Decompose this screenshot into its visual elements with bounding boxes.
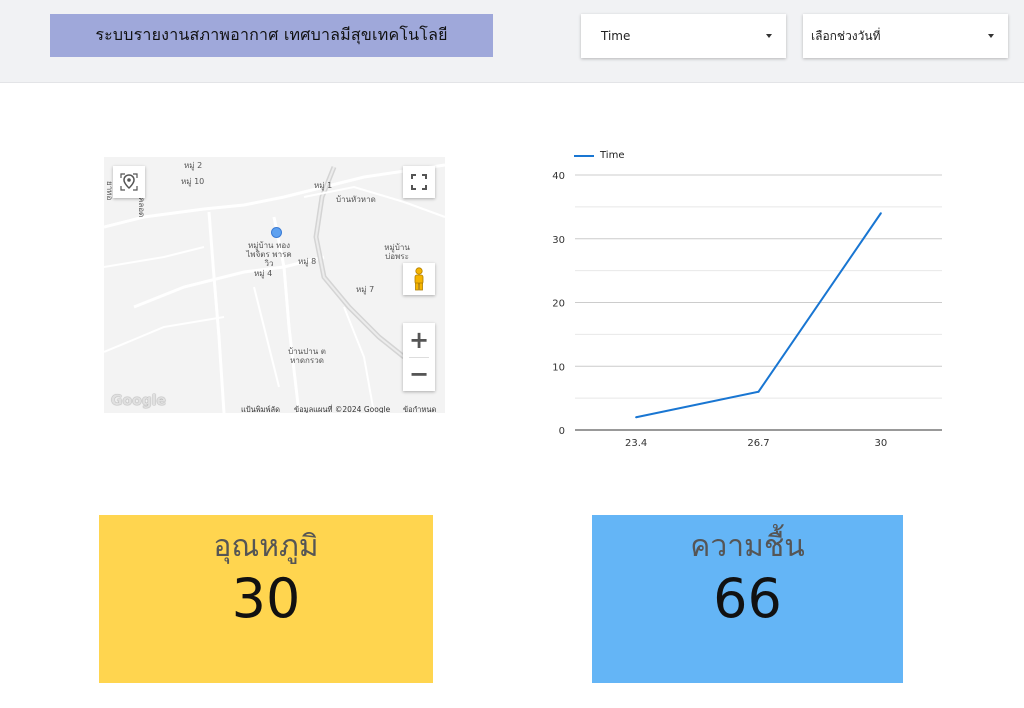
map-location-pin-icon[interactable] [113,166,145,198]
map-label: คลอด [137,197,146,218]
fullscreen-icon[interactable] [403,166,435,198]
zoom-out-button[interactable]: − [403,357,435,391]
map-label: หมู่ 7 [356,285,375,294]
x-tick-label: 30 [874,438,887,449]
y-tick-label: 40 [552,171,565,182]
temperature-card: อุณหภูมิ 30 [99,515,433,683]
chart-canvas: 0 10 20 30 40 23.4 26.7 30 [552,171,942,449]
date-range-dropdown[interactable]: เลือกช่วงวันที่ [803,14,1008,58]
map-label: หมู่บ้าน ทองไพจิตร พารควิว [246,241,292,268]
map-view[interactable]: หมู่ 2 หมู่ 10 หมู่ 1 บ้านหัวหาด หมู่บ้า… [104,157,445,413]
map-label: หมู่ 2 [184,161,203,170]
chart-legend: Time [574,150,624,161]
zoom-divider [409,357,429,358]
data-point [757,390,760,393]
map-label: หมู่ 4 [254,269,273,278]
map-data-attribution: ข้อมูลแผนที่ ©2024 Google [294,405,391,413]
y-tick-label: 10 [552,362,565,373]
x-tick-label: 26.7 [747,438,769,449]
zoom-controls: + − [403,323,435,391]
series-line [635,212,882,419]
humidity-value: 66 [713,567,782,630]
chevron-down-icon [766,34,772,38]
date-range-dropdown-value: เลือกช่วงวันที่ [811,28,881,43]
legend-swatch [574,154,594,157]
legend-label: Time [600,150,625,161]
line-chart: Time 0 10 20 30 40 23.4 26.7 30 [540,140,960,460]
map-label: หมู่บ้าน บ่อพระ [384,243,410,261]
page-title: ระบบรายงานสภาพอากาศ เทศบาลมีสุขเทคโนโลยี [50,14,493,57]
location-marker-icon[interactable] [271,227,282,238]
chevron-down-icon [988,34,994,38]
street-view-pegman-icon[interactable] [403,263,435,295]
temperature-value: 30 [231,567,301,630]
map-label: หมู่ 8 [298,257,317,266]
y-tick-label: 0 [559,426,565,437]
temperature-title: อุณหภูมิ [213,529,319,564]
keyboard-shortcuts-link[interactable]: แป้นพิมพ์ลัด [241,404,280,413]
map-label: บ้านหัวหาด [336,195,376,204]
time-dropdown[interactable]: Time [581,14,786,58]
humidity-title: ความชื้น [690,529,805,564]
google-logo: Google [111,393,167,409]
y-tick-label: 20 [552,299,565,310]
map-label: หมู่ 1 [314,181,333,190]
humidity-card: ความชื้น 66 [592,515,903,683]
map-roads [104,163,445,413]
time-dropdown-value: Time [601,29,631,43]
map-label: บ้านปาน ต หาดกรวด [288,347,326,365]
terms-link[interactable]: ข้อกำหนด [403,404,436,413]
y-tick-label: 30 [552,235,565,246]
x-tick-label: 23.4 [625,438,647,449]
zoom-in-button[interactable]: + [403,323,435,357]
header-bar: ระบบรายงานสภาพอากาศ เทศบาลมีสุขเทคโนโลยี… [0,0,1024,83]
data-point [635,416,638,419]
map-label: หมู่ 10 [181,177,205,186]
data-point [879,212,882,215]
